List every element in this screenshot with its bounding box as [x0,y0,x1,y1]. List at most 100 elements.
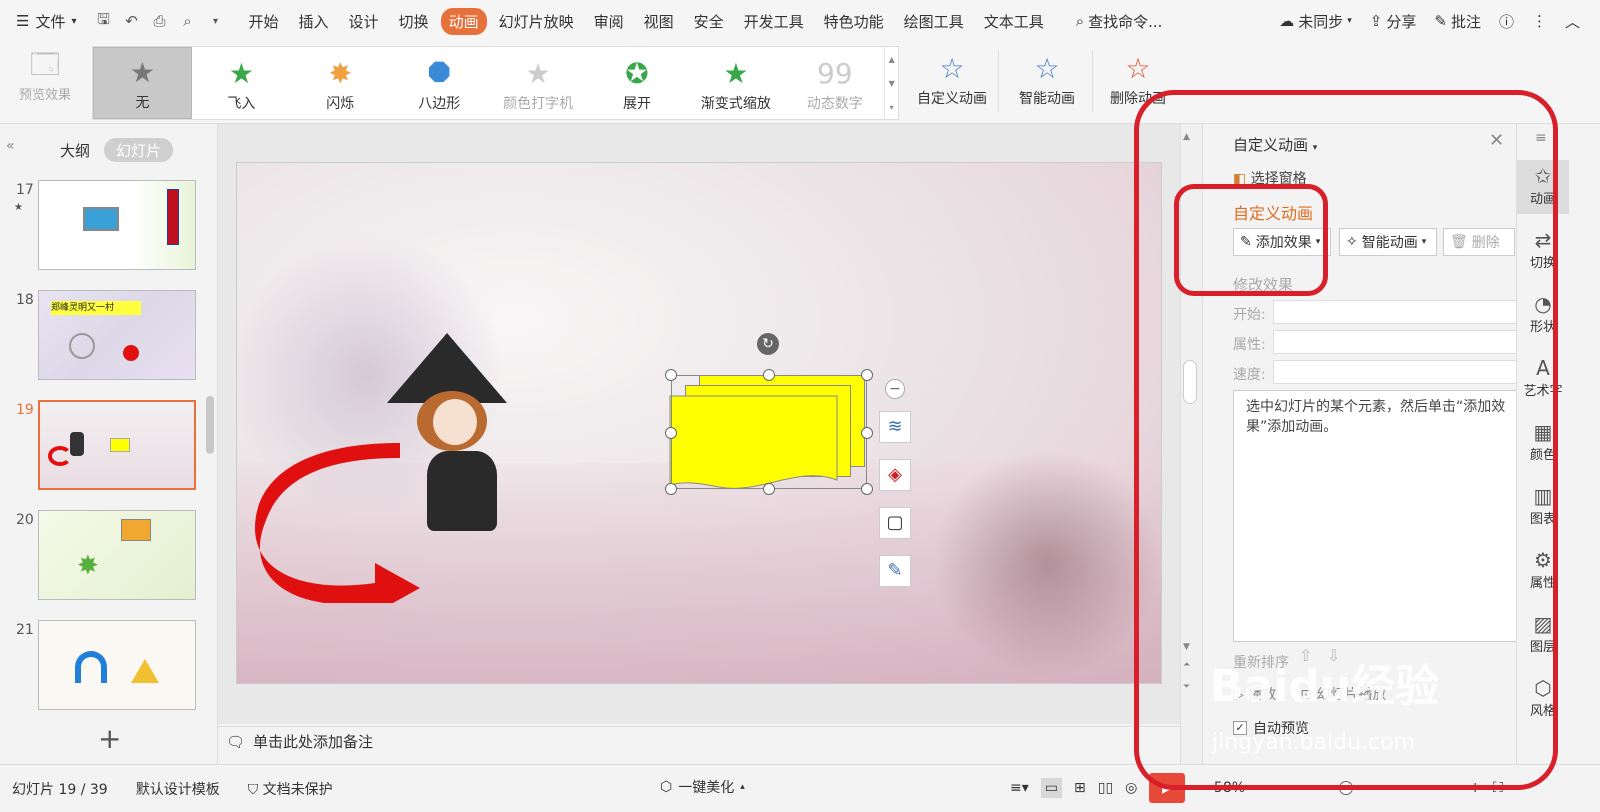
share-icon: ⇪ [1369,12,1383,30]
file-menu[interactable]: ☰ 文件 ▾ [16,11,77,32]
number-icon: 99 [817,57,853,90]
sync-label: 未同步 [1298,12,1344,31]
resize-handle[interactable] [861,427,873,439]
custom-animation-button[interactable]: ☆ 自定义动画 [910,48,994,114]
normal-view-icon[interactable]: ▭ [1040,778,1062,798]
resize-handle[interactable] [763,369,775,381]
template-name[interactable]: 默认设计模板 [136,779,220,799]
collapse-toolbar-icon[interactable]: − [885,379,905,399]
help-icon[interactable]: ⓘ [1499,11,1514,32]
collapse-panel-icon[interactable]: « [6,138,15,154]
slide-counter: 幻灯片 19 / 39 [12,781,108,798]
layers-icon[interactable]: ≋ [879,411,911,443]
tab-slides[interactable]: 幻灯片 [104,138,174,162]
fly-in-icon: ★ [228,57,254,90]
tab-view[interactable]: 视图 [636,8,682,35]
tab-slideshow[interactable]: 幻灯片放映 [491,8,582,35]
resize-handle[interactable] [763,483,775,495]
thumbnail-banner [167,189,179,245]
slide-thumbnail[interactable]: 18 郑峰灵明又一村 [0,290,210,386]
tab-features[interactable]: 特色功能 [816,8,892,35]
effect-expand-label: 展开 [623,96,652,112]
reading-view-icon[interactable]: ▯▯ [1098,780,1113,796]
tab-drawing-tools[interactable]: 绘图工具 [896,8,972,35]
witch-illustration[interactable] [387,333,537,533]
tab-security[interactable]: 安全 [686,8,732,35]
shield-icon: ⛉ [247,781,259,798]
preview-effect-label: 预览效果 [18,88,71,103]
effect-dynamic-number[interactable]: 99 动态数字 [785,47,884,119]
resize-handle[interactable] [665,369,677,381]
preview-effect-button[interactable]: 🗔 预览效果 [10,48,80,114]
print-icon[interactable]: ⎙ [149,10,171,32]
more-icon[interactable]: ⋮ [1532,12,1547,30]
comment-button[interactable]: ✎ 批注 [1434,11,1481,32]
gallery-scrollbar[interactable]: ▲ ▼ ▾ [884,47,898,119]
effect-color-typewriter[interactable]: ★ 颜色打字机 [489,47,588,119]
effect-gradual-zoom[interactable]: ★ 渐变式缩放 [686,47,785,119]
slide-sorter-icon[interactable]: ⊞ [1074,780,1086,796]
current-slide[interactable]: ↻ − ≋ ◈ ▢ ✎ [236,162,1162,684]
custom-animation-icon: ☆ [939,52,965,85]
save-icon[interactable]: 🖫 [93,10,115,32]
presenter-view-icon[interactable]: ◎ [1125,780,1137,796]
effect-none[interactable]: ★ 无 [93,47,192,119]
tab-home[interactable]: 开始 [241,8,287,35]
slide-number: 17 [16,182,34,198]
thumbnail-scrollbar[interactable] [206,396,214,454]
document-protection-label: 文档未保护 [262,781,333,798]
tab-animation[interactable]: 动画 [440,7,487,35]
sync-button[interactable]: ☁ 未同步 ▾ [1279,11,1352,32]
slide-number: 21 [16,622,34,638]
outline-icon[interactable]: ▢ [879,507,911,539]
effect-expand[interactable]: ✪ 展开 [588,47,687,119]
typewriter-icon: ★ [525,57,551,90]
effect-none-label: 无 [135,95,150,111]
tab-text-tools[interactable]: 文本工具 [976,8,1052,35]
effect-gradual-zoom-label: 渐变式缩放 [700,96,771,112]
comment-label: 批注 [1450,12,1481,31]
rotate-handle-icon[interactable]: ↻ [757,333,779,355]
share-button[interactable]: ⇪ 分享 [1370,11,1417,32]
fill-bucket-icon[interactable]: ◈ [879,459,911,491]
notes-area[interactable]: 🗨 单击此处添加备注 [218,726,1180,756]
notes-icon: 🗨 [226,732,246,751]
notes-toggle-icon[interactable]: ≡▾ [1010,780,1029,796]
undo-icon[interactable]: ↶ [121,10,143,32]
smart-animation-button[interactable]: ☆ 智能动画 [1004,48,1090,114]
one-click-beautify-button[interactable]: ⬡ 一键美化 ▴ [660,777,745,797]
quick-access-dropdown-icon[interactable]: ▾ [205,10,227,32]
preview-icon: 🗔 [29,48,61,81]
chevron-down-icon: ▾ [71,15,77,27]
resize-handle[interactable] [665,483,677,495]
tab-developer[interactable]: 开发工具 [736,8,812,35]
slide-thumbnail[interactable]: 21 [0,620,210,716]
command-search[interactable]: ⌕ 查找命令... [1076,11,1163,32]
resize-handle[interactable] [861,483,873,495]
resize-handle[interactable] [665,427,677,439]
tab-design[interactable]: 设计 [341,8,387,35]
add-slide-button[interactable]: + [98,722,121,755]
annotation-outline-small [1174,184,1328,296]
slide-thumbnail[interactable]: 17 ★ [0,180,210,276]
collapse-ribbon-icon[interactable]: ︿ [1565,11,1580,32]
tab-outline[interactable]: 大纲 [48,138,102,162]
tab-transition[interactable]: 切换 [391,8,437,35]
witch-dress [427,451,497,531]
resize-handle[interactable] [861,369,873,381]
effect-octagon[interactable]: ⯃ 八边形 [390,47,489,119]
tab-review[interactable]: 审阅 [586,8,632,35]
effect-fly-in[interactable]: ★ 飞入 [192,47,291,119]
delete-animation-icon: ☆ [1125,52,1151,85]
panel-tabs: « 大纲 幻灯片 [0,138,218,164]
slide-thumbnail-current[interactable]: 19 [0,400,210,496]
slide-thumbnail[interactable]: 20 ✸ [0,510,210,606]
tab-insert[interactable]: 插入 [291,8,337,35]
chevron-down-icon: ▾ [1347,16,1352,26]
thumbnail-title: 郑峰灵明又一村 [51,301,141,315]
print-preview-icon[interactable]: ⌕ [177,10,199,32]
effect-flash[interactable]: ✸ 闪烁 [291,47,390,119]
format-painter-icon[interactable]: ✎ [879,555,911,587]
document-protection[interactable]: ⛉ 文档未保护 [248,779,333,799]
thumbnail-star: ✸ [77,551,99,581]
